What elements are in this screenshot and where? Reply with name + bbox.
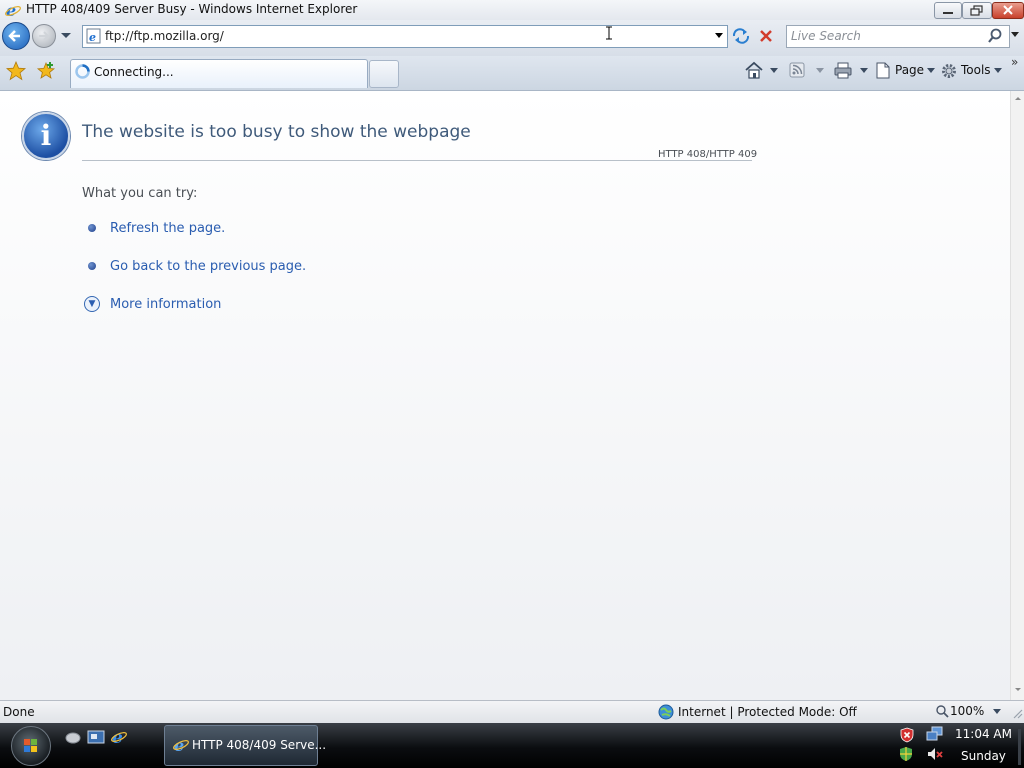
refresh-icon[interactable]: [731, 27, 751, 45]
back-arrow-icon: [8, 30, 20, 42]
taskbar: [0, 723, 1024, 768]
address-input[interactable]: ftp://ftp.mozilla.org/: [105, 29, 224, 43]
error-heading: The website is too busy to show the webp…: [82, 122, 471, 142]
tab-label[interactable]: Connecting...: [94, 65, 174, 79]
ie-icon: e: [5, 2, 21, 18]
home-icon[interactable]: [744, 61, 764, 79]
bullet-icon: [88, 262, 96, 270]
restore-icon: [970, 5, 983, 16]
home-dropdown-icon[interactable]: [769, 67, 779, 74]
close-icon: [1003, 5, 1013, 15]
start-button[interactable]: [11, 726, 51, 766]
network-icon[interactable]: [926, 726, 944, 742]
maximize-button[interactable]: [962, 2, 992, 19]
windows-update-shield-icon[interactable]: [899, 746, 913, 762]
volume-muted-icon[interactable]: [926, 746, 944, 762]
bullet-icon: [88, 224, 96, 232]
security-zone[interactable]: Internet | Protected Mode: Off: [678, 705, 857, 719]
new-tab-button[interactable]: [369, 60, 399, 88]
heading-divider: [82, 160, 752, 161]
toolbar-overflow-chevron[interactable]: »: [1011, 55, 1018, 69]
zoom-dropdown-icon[interactable]: [992, 708, 1002, 715]
show-desktop-icon[interactable]: [64, 730, 82, 746]
expand-chevron-icon[interactable]: ▼: [84, 296, 100, 312]
search-options-dropdown[interactable]: [1010, 31, 1020, 39]
feeds-icon[interactable]: [789, 62, 805, 78]
more-information-link[interactable]: More information: [110, 297, 221, 312]
tools-menu-button[interactable]: Tools: [961, 63, 991, 77]
search-input[interactable]: Live Search: [791, 29, 861, 43]
switch-windows-icon[interactable]: [87, 729, 105, 745]
tools-dropdown-icon[interactable]: [993, 67, 1003, 74]
ie-task-icon: e: [173, 736, 189, 754]
clock-day[interactable]: Sunday: [961, 749, 1006, 763]
tray-edge-icon: [1018, 729, 1021, 765]
favorites-star-icon[interactable]: [6, 61, 26, 81]
address-dropdown-icon[interactable]: [714, 32, 724, 40]
print-dropdown-icon[interactable]: [859, 67, 869, 74]
page-menu-icon: [876, 62, 890, 79]
go-back-link[interactable]: Go back to the previous page.: [110, 259, 306, 274]
vertical-scrollbar[interactable]: [1010, 91, 1024, 700]
window-title: HTTP 408/409 Server Busy - Windows Inter…: [26, 2, 358, 16]
page-icon: e: [86, 28, 101, 44]
status-text: Done: [3, 705, 35, 719]
feeds-dropdown-icon[interactable]: [815, 67, 825, 74]
minimize-button[interactable]: [934, 2, 962, 19]
page-menu-button[interactable]: Page: [895, 63, 924, 77]
zoom-level[interactable]: 100%: [950, 704, 984, 718]
forward-button[interactable]: [32, 24, 56, 48]
minimize-icon: [943, 12, 953, 14]
page-content: [0, 91, 1010, 700]
loading-spinner-icon: [75, 64, 90, 79]
zoom-icon: [936, 705, 949, 718]
info-icon: i: [22, 112, 70, 160]
taskbar-window-label[interactable]: HTTP 408/409 Serve...: [192, 738, 326, 752]
ie-quicklaunch-icon[interactable]: e: [110, 728, 128, 746]
gear-icon: [942, 64, 956, 78]
page-dropdown-icon[interactable]: [926, 67, 936, 74]
recent-pages-dropdown[interactable]: [60, 31, 72, 41]
status-bar: [0, 700, 1024, 724]
add-favorites-icon[interactable]: [36, 61, 58, 81]
close-window-button[interactable]: [992, 2, 1024, 19]
internet-globe-icon: [658, 704, 674, 720]
refresh-page-link[interactable]: Refresh the page.: [110, 221, 225, 236]
resize-grip-icon[interactable]: [1012, 706, 1024, 720]
print-icon[interactable]: [833, 61, 853, 79]
svg-text:e: e: [89, 31, 96, 44]
windows-logo-icon: [24, 739, 37, 752]
error-code: HTTP 408/HTTP 409: [658, 149, 758, 160]
what-you-can-try-label: What you can try:: [82, 186, 198, 201]
search-icon[interactable]: [987, 28, 1003, 44]
text-cursor-icon: [606, 26, 612, 40]
clock-time[interactable]: 11:04 AM: [955, 727, 1012, 741]
forward-arrow-icon: [39, 31, 50, 41]
scrollbar-arrows-icon: [1015, 97, 1021, 691]
back-button[interactable]: [2, 22, 30, 50]
security-alert-icon[interactable]: [899, 727, 915, 743]
stop-icon[interactable]: [758, 28, 774, 44]
